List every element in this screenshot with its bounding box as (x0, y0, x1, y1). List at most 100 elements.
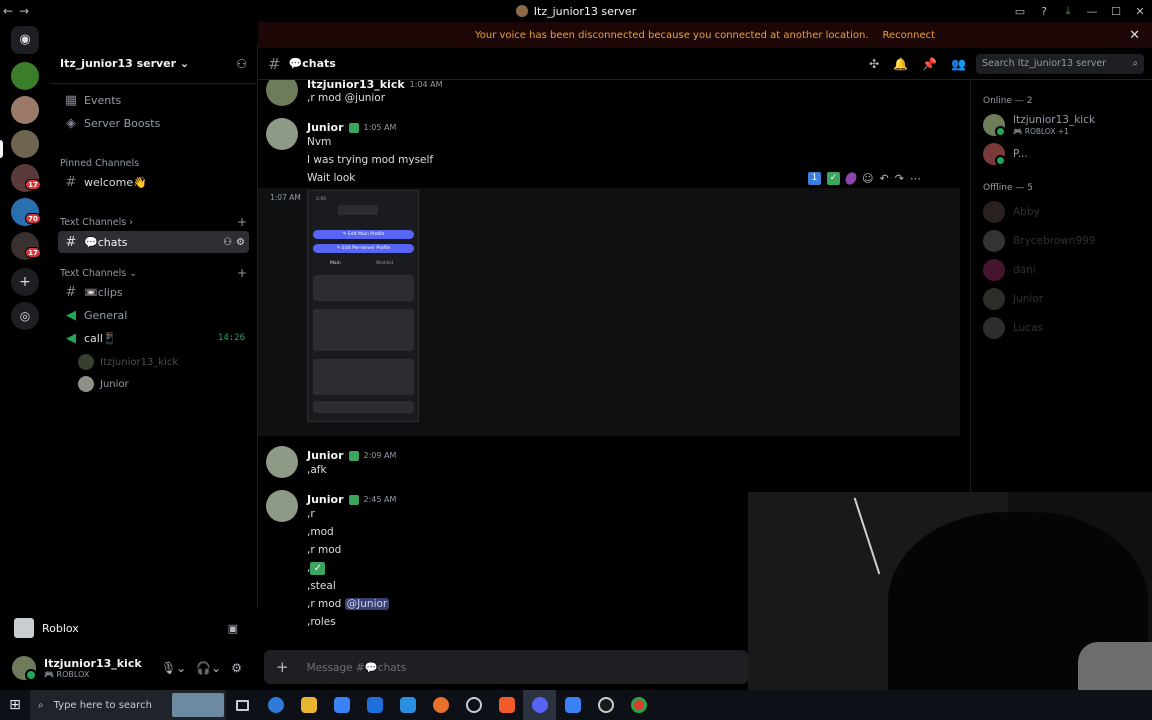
avatar[interactable] (12, 656, 37, 681)
server-icon[interactable] (11, 130, 39, 158)
roblox-taskbar-icon[interactable] (556, 690, 589, 720)
search-input[interactable]: Search Itz_junior13 server ⌕ (976, 53, 1144, 74)
reaction-one-icon[interactable]: 1 (808, 172, 821, 185)
profile-card-placeholder (338, 205, 378, 215)
roblox-icon (14, 618, 34, 638)
server-header[interactable]: Itz_junior13 server ⌄ ⚇ (50, 44, 257, 84)
voice-channel-call[interactable]: ◀ call📱 14:26 (58, 327, 249, 349)
invite-people-icon[interactable]: ⚇ (236, 57, 247, 71)
obs-icon[interactable] (589, 690, 622, 720)
avatar[interactable] (266, 446, 298, 478)
add-server-icon[interactable]: + (11, 268, 39, 296)
member-item[interactable]: Itzjunior13_kick 🎮 ROBLOX +1 (983, 113, 1095, 137)
inbox-icon[interactable]: ▭ (1008, 5, 1032, 18)
close-button[interactable]: ✕ (1128, 5, 1152, 18)
avatar[interactable] (266, 80, 298, 106)
task-view-icon[interactable] (226, 690, 259, 720)
image-attachment[interactable]: 2:06 ✎ Edit Main Profile ✎ Edit Per-serv… (307, 190, 419, 422)
headphones-icon[interactable]: 🎧⌄ (196, 661, 221, 675)
windows-start-icon[interactable]: ⊞ (0, 697, 30, 713)
pinned-channels-category[interactable]: Pinned Channels (60, 156, 247, 170)
vscode-icon[interactable] (391, 690, 424, 720)
message-text: ,mod (307, 526, 334, 538)
invite-icon[interactable]: ⚇ (223, 237, 232, 248)
pin-icon[interactable]: 📌 (922, 57, 937, 71)
channel-clips[interactable]: # 📼clips (58, 281, 249, 303)
upload-plus-icon[interactable]: + (276, 658, 289, 676)
taskbar-search-input[interactable]: ⌕ Type here to search (30, 690, 226, 720)
globe-icon[interactable] (457, 690, 490, 720)
mail-icon[interactable] (358, 690, 391, 720)
member-item[interactable]: P... (983, 142, 1028, 166)
discord-home-icon[interactable]: ◉ (11, 26, 39, 54)
server-boosts-link[interactable]: ◈ Server Boosts (58, 112, 249, 134)
avatar (983, 143, 1006, 166)
avatar[interactable] (266, 118, 298, 150)
reaction-eggplant-icon[interactable] (843, 170, 859, 187)
voice-channel-general[interactable]: ◀ General (58, 304, 249, 326)
gear-icon[interactable]: ⚙ (231, 661, 242, 675)
file-explorer-icon[interactable] (292, 690, 325, 720)
discover-icon[interactable]: ◎ (11, 302, 39, 330)
store-icon[interactable] (325, 690, 358, 720)
message-composer[interactable]: + Message #💬chats (264, 650, 748, 684)
calendar-icon: ▦ (64, 92, 78, 108)
screen-share-icon[interactable]: ▣ (228, 622, 238, 635)
help-icon[interactable]: ? (1032, 5, 1056, 18)
voice-user[interactable]: Junior (78, 375, 129, 393)
threads-icon[interactable]: ✣ (869, 57, 879, 71)
voice-user[interactable]: Itzjunior13_kick (78, 353, 178, 371)
webcam-overlay (748, 492, 1152, 690)
microphone-icon[interactable]: 🎙⌄ (161, 661, 186, 675)
discord-taskbar-icon[interactable] (523, 690, 556, 720)
webcam-shirt (1078, 642, 1152, 690)
verified-badge-icon (348, 494, 359, 505)
message-header: Junior 2:45 AM (307, 493, 397, 506)
avatar (983, 288, 1005, 310)
maximize-button[interactable]: ☐ (1104, 5, 1128, 18)
verified-badge-icon (348, 450, 359, 461)
reply-icon[interactable]: ↶ (879, 172, 888, 185)
channel-welcome[interactable]: # welcome👋 (58, 171, 249, 193)
bell-icon[interactable]: 🔔 (893, 57, 908, 71)
gear-icon[interactable]: ⚙ (236, 237, 245, 248)
text-channels-category[interactable]: Text Channels › + (60, 215, 247, 229)
unread-badge: 17 (25, 179, 41, 190)
forward-icon[interactable]: ↷ (895, 172, 904, 185)
add-channel-icon[interactable]: + (237, 266, 247, 280)
channel-chats[interactable]: # 💬chats ⚇ ⚙ (58, 231, 249, 253)
online-category: Online — 2 (983, 96, 1033, 106)
copilot-icon[interactable] (259, 690, 292, 720)
avatar (78, 354, 94, 370)
server-icon[interactable] (11, 62, 39, 90)
member-item[interactable]: Brycebrown999 (983, 229, 1095, 253)
user-status: 🎮 ROBLOX (44, 670, 90, 679)
reaction-check-icon[interactable]: ✓ (827, 172, 840, 185)
more-icon[interactable]: ⋯ (910, 172, 921, 185)
speaker-icon: ◀ (66, 307, 76, 323)
member-item[interactable]: Abby (983, 200, 1040, 224)
channel-sidebar: Itz_junior13 server ⌄ ⚇ ▦ Events ◈ Serve… (50, 44, 258, 609)
add-channel-icon[interactable]: + (237, 215, 247, 229)
brave-icon[interactable] (490, 690, 523, 720)
members-icon[interactable]: 👥 (951, 57, 966, 71)
message-input[interactable]: Message #💬chats (307, 661, 407, 674)
member-item[interactable]: dani (983, 258, 1036, 282)
text-channels-category-2[interactable]: Text Channels ⌄ + (60, 266, 247, 280)
avatar[interactable] (266, 490, 298, 522)
firefox-icon[interactable] (424, 690, 457, 720)
download-icon[interactable]: ⤓ (1056, 4, 1080, 18)
events-link[interactable]: ▦ Events (58, 89, 249, 111)
activity-panel[interactable]: Roblox ▣ (6, 614, 246, 642)
close-icon[interactable]: ✕ (1129, 28, 1140, 43)
minimize-button[interactable]: — (1080, 5, 1104, 18)
server-icon[interactable] (11, 96, 39, 124)
member-item[interactable]: Junior (983, 287, 1043, 311)
user-mention[interactable]: @Junior (344, 598, 390, 610)
message-actions-toolbar: 1 ✓ ☺ ↶ ↷ ⋯ (808, 170, 921, 187)
reconnect-link[interactable]: Reconnect (883, 30, 936, 41)
message-text: ,steal (307, 580, 336, 592)
chrome-icon[interactable] (622, 690, 655, 720)
add-reaction-icon[interactable]: ☺ (862, 172, 873, 185)
member-item[interactable]: Lucas (983, 316, 1043, 340)
